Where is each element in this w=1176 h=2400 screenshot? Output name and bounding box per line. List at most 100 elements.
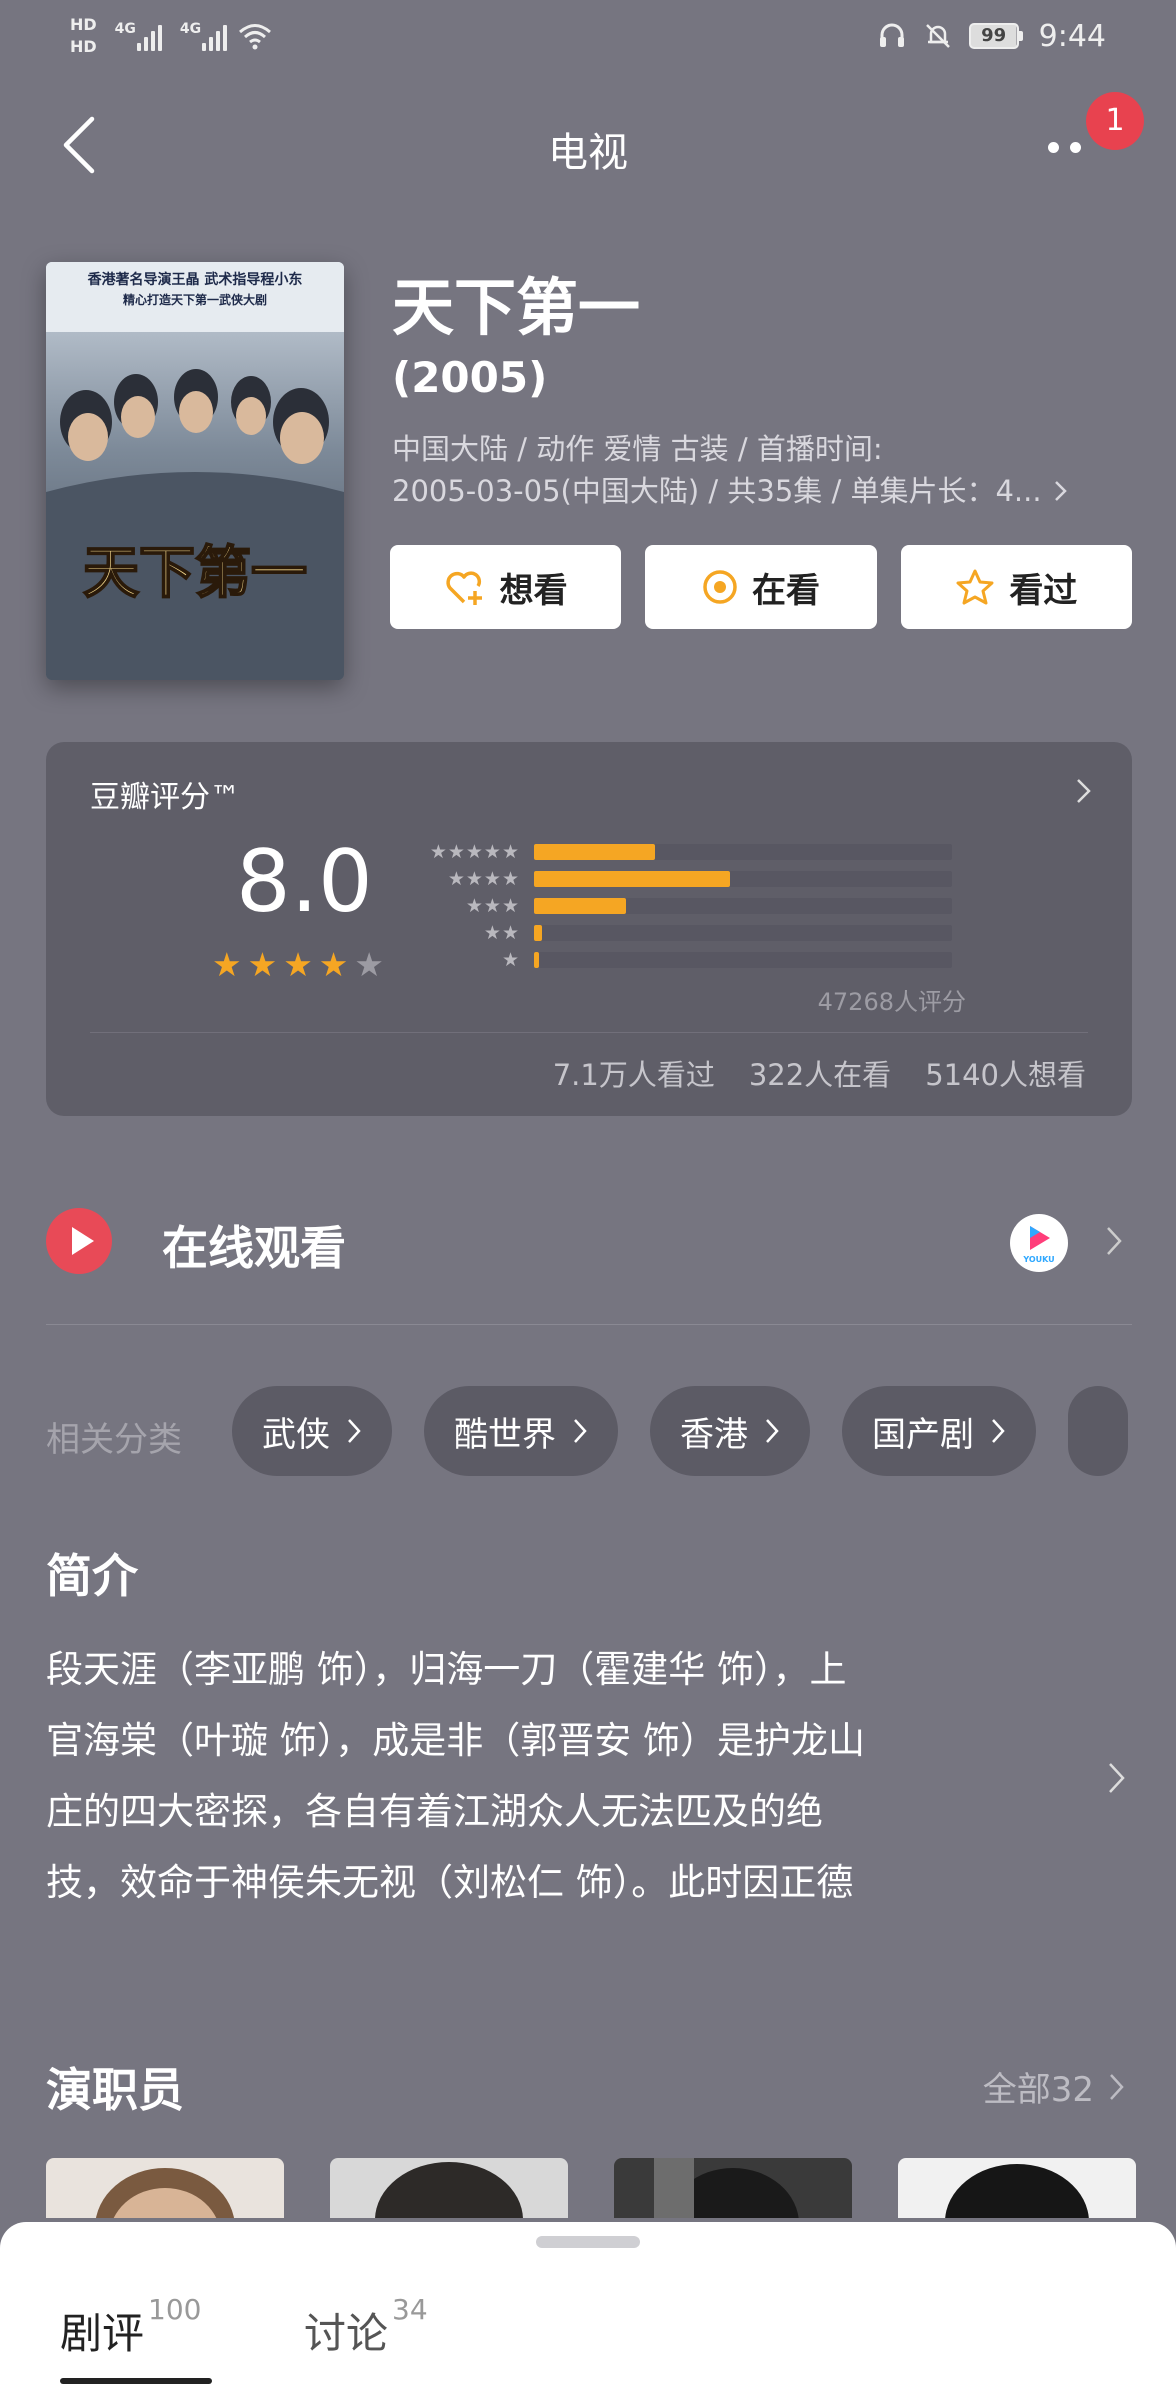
chevron-right-icon	[348, 1419, 361, 1443]
action-label: 在看	[751, 570, 820, 611]
chip-label: 香港	[680, 1414, 748, 1455]
star-filled-icon: ★	[212, 945, 242, 984]
rating-count: 47268人评分	[817, 988, 966, 1016]
cast-photo[interactable]	[898, 2158, 1136, 2218]
want-count: 5140人想看	[925, 1058, 1086, 1092]
hd-badge: HD	[70, 15, 97, 34]
poster-calligraphy: 天下第一	[83, 540, 307, 606]
dot	[1070, 142, 1081, 153]
related-categories: 相关分类 武侠 酷世界 香港 国产剧	[46, 1386, 1176, 1478]
distribution-stars: ★★★	[465, 894, 520, 917]
category-chip-more[interactable]	[1068, 1386, 1128, 1476]
status-right: 99 9:44	[877, 14, 1106, 58]
category-chips: 武侠 酷世界 香港 国产剧	[232, 1386, 1128, 1476]
distribution-stars: ★★★★	[447, 867, 520, 890]
cast-all-link[interactable]: 全部32	[983, 2062, 1126, 2111]
chip-label: 武侠	[262, 1414, 330, 1455]
distribution-track	[534, 924, 952, 941]
divider	[90, 1032, 1088, 1033]
target-icon	[703, 570, 737, 604]
star-empty-icon: ★	[354, 945, 384, 984]
chevron-right-icon[interactable]	[1106, 1760, 1128, 1796]
star-outline-icon	[956, 569, 994, 605]
poster-image[interactable]: 香港著名导演王晶 武术指导程小东 精心打造天下第一武侠大剧 天下第一	[46, 262, 344, 680]
watching-button[interactable]: 在看	[645, 545, 877, 629]
rating-card[interactable]: 豆瓣评分™ 8.0 ★ ★ ★ ★ ★ ★★★★★ ★★★★ ★★★ ★★ ★ 47268人评分…	[46, 742, 1132, 1116]
cast-photos	[46, 2158, 1136, 2218]
tab-reviews[interactable]: 剧评 100	[60, 2293, 201, 2361]
star-filled-icon: ★	[247, 945, 278, 984]
signal-icon: 4G	[179, 21, 228, 51]
clock: 9:44	[1038, 18, 1106, 54]
synopsis-line: 技，效命于神侯朱无视（刘松仁 饰）。此时因正德	[46, 1861, 854, 1904]
online-watch-row[interactable]: 在线观看 YOUKU	[46, 1200, 1132, 1290]
cast-title: 演职员	[46, 2063, 184, 2117]
rating-distribution: ★★★★★ ★★★★ ★★★ ★★ ★	[426, 838, 952, 973]
network-label: 4G	[114, 21, 136, 37]
distribution-stars: ★★★★★	[429, 840, 520, 863]
poster-top-text: 香港著名导演王晶 武术指导程小东	[87, 271, 303, 288]
signal-icon: 4G	[115, 21, 162, 51]
tab-discussions[interactable]: 讨论 34	[304, 2293, 428, 2361]
wifi-icon	[239, 24, 272, 50]
hd-indicators: HD HD	[70, 16, 97, 56]
network-label: 4G	[179, 21, 202, 37]
drag-handle[interactable]	[536, 2236, 640, 2248]
action-buttons: 想看 在看 看过	[390, 545, 1132, 629]
poster-sub-text: 精心打造天下第一武侠大剧	[123, 292, 267, 307]
watching-count: 322人在看	[748, 1058, 892, 1092]
meta-line: 中国大陆 / 动作 爱情 古装 / 首播时间:	[392, 432, 883, 466]
cast-photo[interactable]	[330, 2158, 568, 2218]
watched-button[interactable]: 看过	[900, 545, 1132, 629]
category-chip-hongkong[interactable]: 香港	[650, 1386, 810, 1476]
cast-photo[interactable]	[614, 2158, 852, 2218]
distribution-track	[534, 870, 952, 887]
chevron-right-icon	[992, 1419, 1005, 1443]
distribution-track	[534, 843, 952, 860]
rating-stats: 7.1万人看过 322人在看 5140人想看	[553, 1052, 1086, 1094]
show-meta[interactable]: 中国大陆 / 动作 爱情 古装 / 首播时间: 2005-03-05(中国大陆)…	[392, 428, 1132, 512]
tab-count: 100	[148, 2293, 202, 2326]
distribution-row: ★★	[426, 919, 952, 946]
poster-artwork: 香港著名导演王晶 武术指导程小东 精心打造天下第一武侠大剧 天下第一	[46, 262, 344, 680]
star-filled-icon: ★	[283, 945, 313, 984]
category-chip-wuxia[interactable]: 武侠	[232, 1386, 392, 1476]
cast-photo[interactable]	[46, 2158, 284, 2218]
chip-label: 国产剧	[872, 1414, 974, 1455]
youku-logo-icon[interactable]: YOUKU	[1010, 1214, 1068, 1272]
rating-label: 豆瓣评分™	[90, 780, 240, 815]
play-icon	[46, 1208, 112, 1274]
tab-label: 讨论	[304, 2309, 389, 2358]
mute-bell-icon	[925, 24, 950, 48]
want-to-watch-button[interactable]: 想看	[390, 545, 622, 629]
battery-icon: 99	[968, 23, 1023, 49]
star-filled-icon: ★	[318, 945, 349, 984]
meta-line-text: 2005-03-05(中国大陆) / 共35集 / 单集片长：4...	[392, 474, 1042, 508]
tab-count: 34	[392, 2293, 428, 2326]
chevron-right-icon	[1077, 779, 1091, 803]
meta-line: 2005-03-05(中国大陆) / 共35集 / 单集片长：4...	[392, 470, 1132, 512]
distribution-bar	[534, 924, 543, 941]
provider-label: YOUKU	[1022, 1255, 1054, 1264]
heart-plus-icon	[446, 571, 482, 605]
synopsis-body[interactable]: 段天涯（李亚鹏 饰），归海一刀（霍建华 饰），上 官海棠（叶璇 饰），成是非（郭…	[46, 1634, 1066, 1918]
distribution-bar	[534, 870, 731, 887]
chip-label: 酷世界	[454, 1414, 556, 1455]
chevron-right-icon	[574, 1419, 587, 1443]
status-bar: HD HD 4G 4G 99 9:44	[0, 0, 1176, 72]
cast-all-label: 全部32	[982, 2070, 1094, 2110]
distribution-bar	[534, 897, 626, 914]
battery-level: 99	[968, 23, 1019, 49]
distribution-row: ★	[426, 946, 952, 973]
category-chip-domestic[interactable]: 国产剧	[842, 1386, 1036, 1476]
category-chip-cool-world[interactable]: 酷世界	[424, 1386, 618, 1476]
distribution-track	[534, 951, 952, 968]
distribution-row: ★★★	[426, 892, 952, 919]
bottom-sheet[interactable]: 剧评 100 讨论 34	[0, 2222, 1176, 2400]
dot	[1048, 142, 1059, 153]
distribution-stars: ★★	[483, 921, 520, 944]
watched-count: 7.1万人看过	[552, 1058, 715, 1092]
tab-indicator	[60, 2378, 212, 2384]
notification-badge: 1	[1086, 92, 1144, 150]
rating-stars: ★ ★ ★ ★ ★	[212, 948, 384, 982]
